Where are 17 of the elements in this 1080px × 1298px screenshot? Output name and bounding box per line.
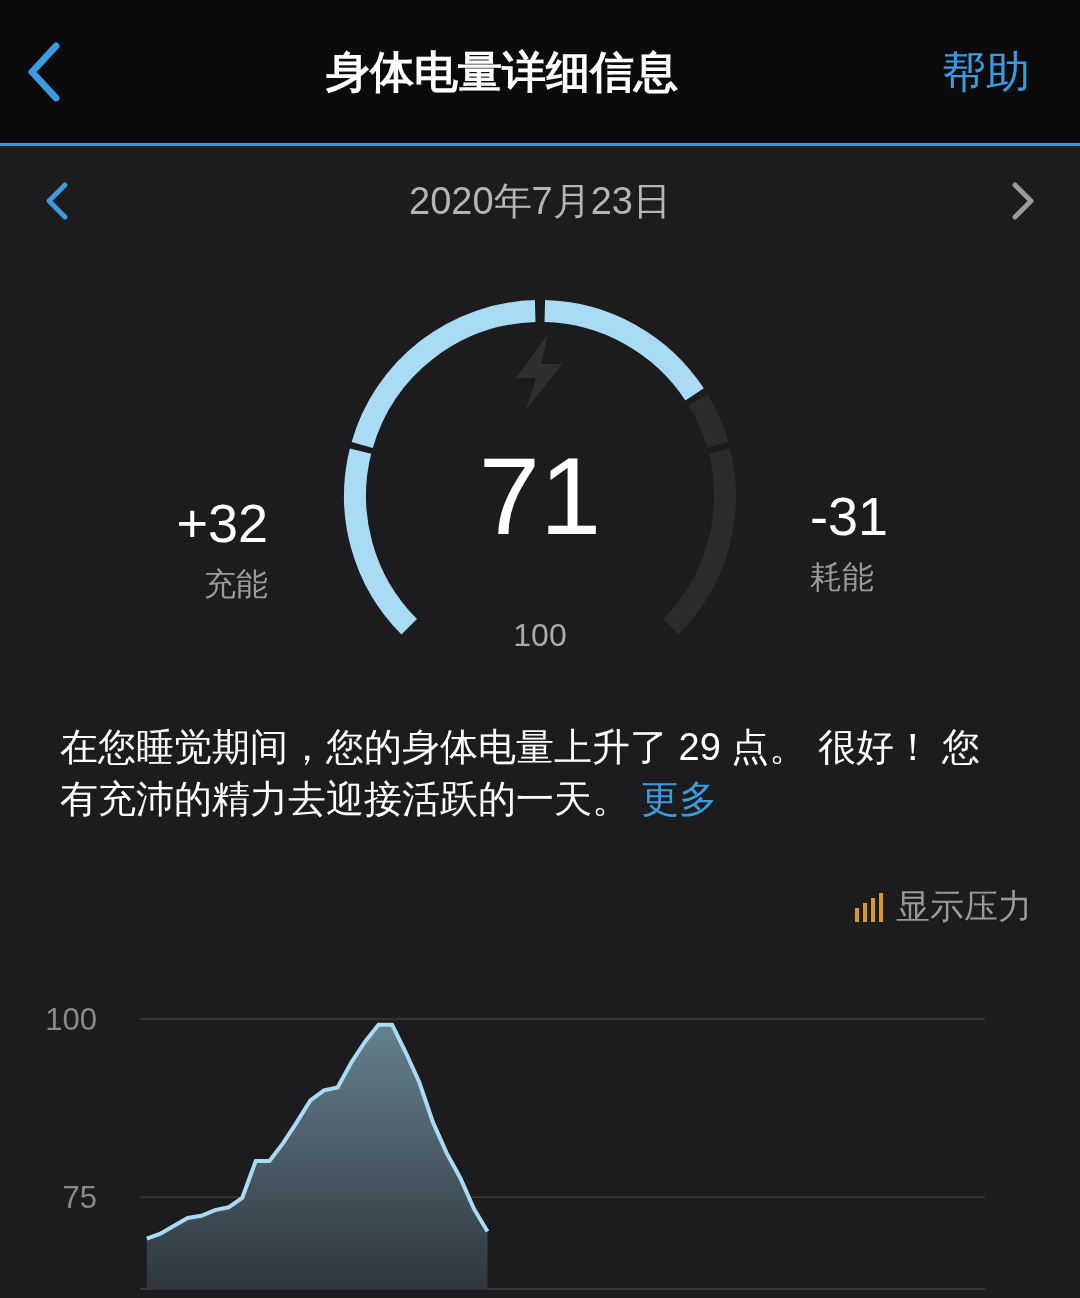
battery-value: 71	[477, 441, 603, 551]
show-stress-button[interactable]: 显示压力	[854, 881, 1032, 932]
back-icon[interactable]	[26, 41, 62, 102]
more-link[interactable]: 更多	[640, 778, 717, 820]
help-button[interactable]: 帮助	[942, 38, 1030, 105]
previous-day-icon[interactable]	[44, 181, 70, 221]
next-day-icon[interactable]	[1010, 181, 1036, 221]
max-value: 100	[512, 616, 568, 655]
y-axis-label: 100	[45, 1002, 97, 1037]
charged-value: +32	[176, 496, 268, 550]
screen-title: 身体电量详细信息	[326, 45, 678, 98]
drained-value: -31	[810, 489, 889, 543]
y-axis-label: 75	[62, 1180, 97, 1216]
drained-label: 耗能	[810, 558, 874, 597]
charged-label: 充能	[204, 565, 268, 604]
summary-text: 在您睡觉期间，您的身体电量上升了 29 点。 很好！ 您有充沛的精力去迎接活跃的一天。 更多	[60, 725, 982, 822]
date-label: 2020年7月23日	[409, 178, 671, 224]
